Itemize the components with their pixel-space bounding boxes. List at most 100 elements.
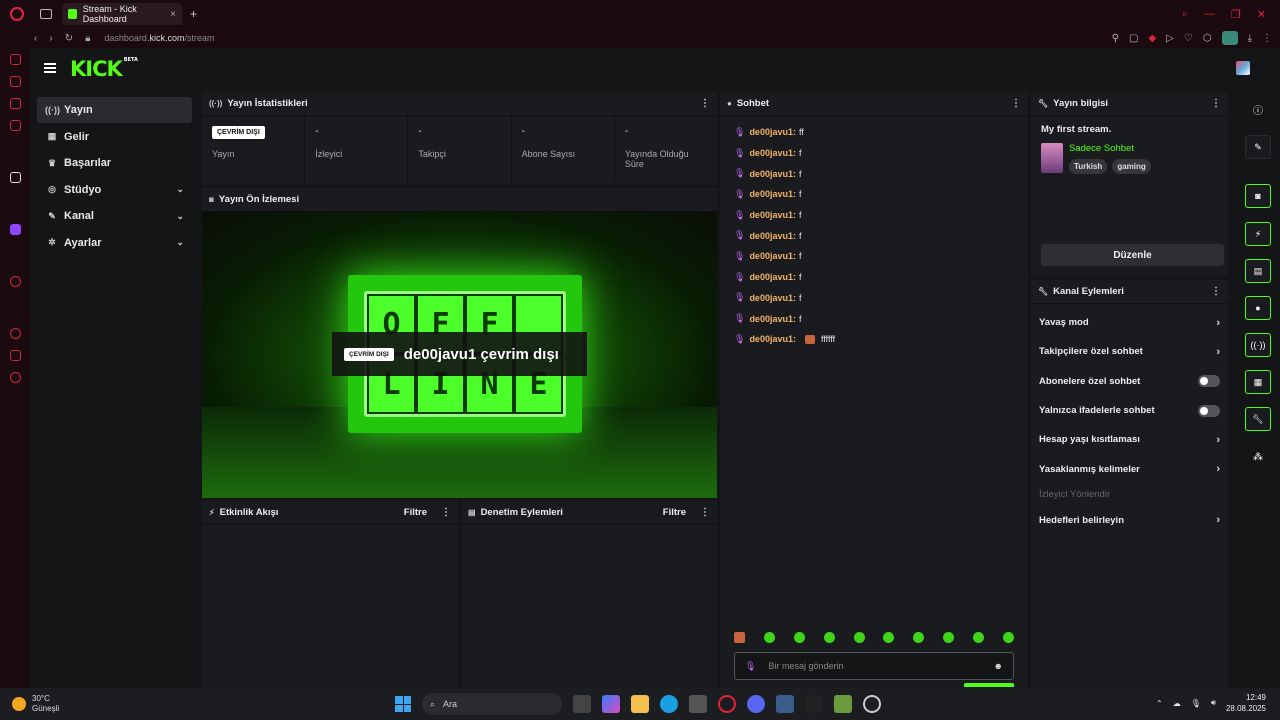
weather-widget[interactable]: 30°C Güneşli — [12, 694, 59, 714]
sidebar-item-2[interactable]: ♛ Başarılar — [37, 150, 192, 176]
extension-avatar-icon[interactable] — [1221, 31, 1238, 45]
app-icon[interactable] — [805, 695, 823, 713]
opera-sidebar-app-icon[interactable] — [10, 172, 21, 183]
send-button[interactable] — [964, 683, 1014, 687]
steam-icon[interactable] — [776, 695, 794, 713]
opera-sidebar-app-icon[interactable] — [10, 120, 21, 131]
kick-logo[interactable]: KICK BETA — [70, 57, 138, 81]
play-icon[interactable]: ▷ — [1166, 33, 1174, 44]
extensions-icon[interactable]: ⬡ — [1203, 33, 1212, 44]
chat-username[interactable]: de00javu1: — [749, 210, 796, 220]
sidebar-item-4[interactable]: ✎ Kanal ⌄ — [37, 203, 192, 229]
chat-username[interactable]: de00javu1: — [749, 314, 796, 324]
more-options-icon[interactable]: ⋮ — [1211, 286, 1221, 297]
sidebar-item-5[interactable]: ✲ Ayarlar ⌄ — [37, 230, 192, 256]
emote-icon[interactable] — [1002, 632, 1014, 643]
cloud-icon[interactable]: ☁ — [1173, 699, 1181, 708]
category-name[interactable]: Sadece Sohbet — [1069, 143, 1151, 154]
bolt-icon[interactable]: ⚡︎ — [1245, 222, 1271, 246]
emote-icon[interactable] — [793, 632, 805, 643]
tab-islands-icon[interactable] — [40, 9, 52, 19]
opera-icon[interactable] — [718, 695, 736, 713]
discord-icon[interactable] — [747, 695, 765, 713]
more-options-icon[interactable]: ⋮ — [1211, 98, 1221, 109]
channel-action-item[interactable]: Hesap yaşı kısıtlaması › — [1039, 425, 1220, 454]
store-icon[interactable] — [689, 695, 707, 713]
more-options-icon[interactable]: ⋮ — [700, 507, 710, 518]
sidebar-item-3[interactable]: ◎ Stüdyo ⌄ — [37, 177, 192, 203]
chat-username[interactable]: de00javu1: — [749, 251, 796, 261]
heart-icon[interactable]: ♡ — [1184, 33, 1193, 44]
chat-username[interactable]: de00javu1: — [749, 148, 796, 158]
forward-icon[interactable]: › — [49, 33, 52, 44]
edge-icon[interactable] — [660, 695, 678, 713]
more-options-icon[interactable]: ⋮ — [700, 98, 710, 109]
taskbar-search[interactable]: ⌕ Ara — [422, 693, 562, 715]
more-options-icon[interactable]: ⋮ — [1011, 98, 1021, 109]
emote-icon[interactable] — [853, 632, 865, 643]
windows-start-icon[interactable] — [395, 696, 411, 712]
emoji-picker-icon[interactable]: ☻ — [994, 661, 1003, 671]
twitch-icon[interactable] — [10, 224, 21, 235]
chat-username[interactable]: de00javu1: — [749, 272, 796, 282]
opera-sidebar-app-icon[interactable] — [10, 98, 21, 109]
tray-overflow-icon[interactable]: ⌃ — [1156, 699, 1163, 708]
user-avatar[interactable] — [1236, 61, 1250, 75]
emote-icon[interactable] — [734, 632, 745, 643]
channel-action-item[interactable]: Takipçilere özel sohbet › — [1039, 337, 1220, 366]
task-view-icon[interactable] — [573, 695, 591, 713]
tab-close-icon[interactable]: × — [170, 9, 176, 20]
channel-action-item[interactable]: Yavaş mod › — [1039, 308, 1220, 337]
file-explorer-icon[interactable] — [631, 695, 649, 713]
pocket-icon[interactable]: ◆ — [1148, 33, 1156, 44]
chat-username[interactable]: de00javu1: — [749, 127, 796, 137]
preview-icon[interactable]: ◙ — [1245, 184, 1271, 208]
broadcast-icon[interactable]: ((·)) — [1245, 333, 1271, 357]
download-icon[interactable]: ⤓ — [1248, 33, 1252, 44]
clock[interactable]: 12:49 28.08.2025 — [1226, 692, 1266, 714]
close-window-icon[interactable]: ✕ — [1257, 8, 1266, 21]
snapshot-icon[interactable]: ▢ — [1129, 33, 1138, 44]
chat-username[interactable]: de00javu1: — [749, 169, 796, 179]
apps-icon[interactable]: ⁂ — [1245, 445, 1271, 469]
toggle-switch[interactable] — [1198, 404, 1220, 417]
emote-icon[interactable] — [973, 632, 984, 643]
opera-sidebar-app-icon[interactable] — [10, 76, 21, 87]
filter-button[interactable]: Filtre — [663, 507, 686, 518]
channel-action-item[interactable]: Hedefleri belirleyin › — [1039, 506, 1220, 535]
opera-sidebar-app-icon[interactable] — [10, 54, 21, 65]
chat-username[interactable]: de00javu1: — [749, 231, 796, 241]
edit-button[interactable]: Düzenle — [1041, 244, 1224, 266]
emote-icon[interactable] — [823, 632, 835, 643]
chat-username[interactable]: de00javu1: — [749, 334, 796, 344]
menu-icon[interactable]: ⋮ — [1262, 33, 1272, 44]
tag-chip[interactable]: gaming — [1112, 159, 1151, 174]
url-field[interactable]: dashboard.kick.com/stream — [104, 33, 214, 43]
new-tab-button[interactable]: + — [190, 7, 197, 21]
tag-chip[interactable]: Turkish — [1069, 159, 1108, 174]
chat-input[interactable]: 🎙︎ Bir mesaj gönderin ☻ — [734, 652, 1014, 680]
reload-icon[interactable]: ↻ — [65, 33, 73, 44]
wrench-icon[interactable]: 🔧︎ — [1245, 407, 1271, 431]
sidebar-item-0[interactable]: ((·)) Yayın — [37, 97, 192, 123]
maximize-icon[interactable]: ❐ — [1231, 8, 1241, 21]
more-options-icon[interactable]: ⋮ — [441, 507, 451, 518]
clipboard-icon[interactable]: ▤ — [1245, 259, 1271, 283]
settings-icon[interactable] — [10, 372, 21, 383]
info-icon[interactable]: ⓘ — [1245, 97, 1271, 121]
emote-icon[interactable] — [943, 632, 955, 643]
minimize-icon[interactable]: — — [1204, 8, 1215, 21]
emote-icon[interactable] — [913, 632, 925, 643]
volume-icon[interactable]: 🔊︎ — [1211, 698, 1216, 708]
edit-icon[interactable]: ✎ — [1245, 135, 1271, 159]
pin-icon[interactable]: ⚲ — [1112, 33, 1119, 44]
opera-sidebar-app-icon[interactable] — [10, 276, 21, 287]
channel-action-item[interactable]: Yasaklanmış kelimeler › — [1039, 454, 1220, 483]
minecraft-icon[interactable] — [834, 695, 852, 713]
hamburger-menu-icon[interactable] — [44, 63, 56, 73]
opera-logo-icon[interactable] — [10, 7, 24, 21]
obs-icon[interactable] — [863, 695, 881, 713]
browser-tab[interactable]: Stream - Kick Dashboard × — [62, 3, 182, 25]
emote-icon[interactable] — [883, 632, 895, 643]
toggle-switch[interactable] — [1198, 375, 1220, 388]
